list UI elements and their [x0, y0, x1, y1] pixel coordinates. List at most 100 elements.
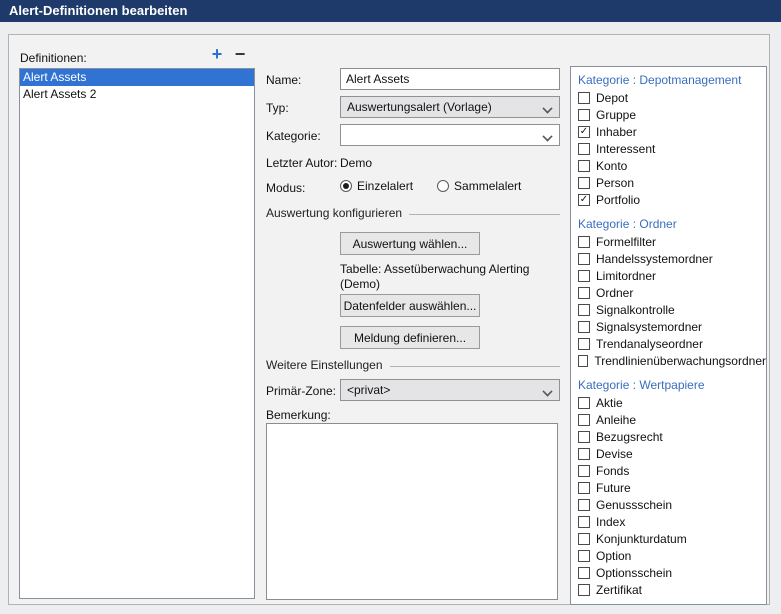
checkbox-label: Formelfilter [596, 235, 656, 249]
section-auswertung-label: Auswertung konfigurieren [266, 206, 402, 220]
checkbox-icon[interactable] [578, 236, 590, 248]
checkbox-icon[interactable] [578, 550, 590, 562]
bemerkung-textarea[interactable] [266, 423, 558, 600]
checkbox-label: Future [596, 481, 631, 495]
checkbox-icon[interactable] [578, 397, 590, 409]
checkbox-icon[interactable] [578, 92, 590, 104]
typ-combobox-value: Auswertungsalert (Vorlage) [347, 100, 492, 114]
definition-list-item[interactable]: Alert Assets 2 [20, 86, 254, 103]
checkbox-label: Gruppe [596, 108, 636, 122]
category-checkbox-row[interactable]: Zertifikat [571, 581, 766, 598]
checkbox-icon[interactable] [578, 253, 590, 265]
checkbox-icon[interactable] [578, 143, 590, 155]
category-header: Kategorie : Wertpapiere [571, 376, 766, 394]
category-checkbox-row[interactable]: Person [571, 174, 766, 191]
typ-label: Typ: [266, 100, 289, 116]
checkbox-icon[interactable] [578, 431, 590, 443]
section-divider [390, 366, 560, 367]
category-checkbox-row[interactable]: ✓Portfolio [571, 191, 766, 208]
typ-combobox[interactable]: Auswertungsalert (Vorlage) [340, 96, 560, 118]
category-checkbox-row[interactable]: Bezugsrecht [571, 428, 766, 445]
category-checkbox-row[interactable]: Konto [571, 157, 766, 174]
checkbox-label: Aktie [596, 396, 623, 410]
category-checkbox-row[interactable]: Anleihe [571, 411, 766, 428]
category-checkbox-row[interactable]: Devise [571, 445, 766, 462]
radio-icon[interactable] [340, 180, 352, 192]
datenfelder-auswaehlen-button[interactable]: Datenfelder auswählen... [340, 294, 480, 317]
checkbox-label: Konjunkturdatum [596, 532, 687, 546]
checkbox-icon[interactable] [578, 414, 590, 426]
checkbox-icon[interactable] [578, 567, 590, 579]
primaer-zone-combobox[interactable]: <privat> [340, 379, 560, 401]
window-title: Alert-Definitionen bearbeiten [9, 3, 187, 18]
definition-list-item[interactable]: Alert Assets [20, 69, 254, 86]
category-checkbox-row[interactable]: Trendlinienüberwachungsordner [571, 352, 766, 369]
checkbox-icon[interactable] [578, 321, 590, 333]
checkbox-icon[interactable] [578, 448, 590, 460]
modus-radio-option[interactable]: Sammelalert [437, 179, 521, 193]
checkbox-icon[interactable] [578, 287, 590, 299]
checkbox-icon[interactable]: ✓ [578, 126, 590, 138]
checkbox-label: Signalkontrolle [596, 303, 675, 317]
checkbox-icon[interactable] [578, 109, 590, 121]
add-definition-button[interactable]: + [208, 46, 226, 64]
checkbox-label: Trendlinienüberwachungsordner [594, 354, 766, 368]
checkbox-icon[interactable] [578, 304, 590, 316]
category-checkbox-row[interactable]: Konjunkturdatum [571, 530, 766, 547]
category-checkbox-row[interactable]: Index [571, 513, 766, 530]
category-checkbox-row[interactable]: Ordner [571, 284, 766, 301]
checkbox-icon[interactable] [578, 465, 590, 477]
category-checkbox-row[interactable]: Limitordner [571, 267, 766, 284]
checkbox-label: Konto [596, 159, 627, 173]
checkbox-icon[interactable] [578, 533, 590, 545]
category-checkbox-row[interactable]: Aktie [571, 394, 766, 411]
category-checkbox-row[interactable]: Fonds [571, 462, 766, 479]
category-checkbox-row[interactable]: Signalsystemordner [571, 318, 766, 335]
category-checkbox-row[interactable]: Depot [571, 89, 766, 106]
category-checkbox-row[interactable]: Future [571, 479, 766, 496]
checkbox-label: Index [596, 515, 625, 529]
category-checkbox-row[interactable]: Interessent [571, 140, 766, 157]
category-checkbox-row[interactable]: Trendanalyseordner [571, 335, 766, 352]
checkbox-icon[interactable] [578, 160, 590, 172]
remove-definition-button[interactable]: − [231, 46, 249, 64]
chevron-down-icon [542, 131, 552, 141]
checkbox-icon[interactable] [578, 516, 590, 528]
kategorie-combobox[interactable] [340, 124, 560, 146]
category-checkbox-row[interactable]: Handelssystemordner [571, 250, 766, 267]
checkbox-label: Limitordner [596, 269, 656, 283]
checkbox-icon[interactable] [578, 584, 590, 596]
checkbox-icon[interactable] [578, 338, 590, 350]
checkbox-icon[interactable]: ✓ [578, 194, 590, 206]
definitions-label: Definitionen: [20, 50, 87, 66]
checkbox-icon[interactable] [578, 355, 588, 367]
checkbox-icon[interactable] [578, 177, 590, 189]
primaer-zone-combobox-value: <privat> [347, 383, 390, 397]
chevron-down-icon [542, 386, 552, 396]
modus-radio-option[interactable]: Einzelalert [340, 179, 413, 193]
radio-icon[interactable] [437, 180, 449, 192]
checkbox-label: Bezugsrecht [596, 430, 663, 444]
checkbox-icon[interactable] [578, 482, 590, 494]
checkbox-icon[interactable] [578, 270, 590, 282]
checkbox-label: Fonds [596, 464, 629, 478]
category-checkbox-row[interactable]: Formelfilter [571, 233, 766, 250]
category-checkbox-row[interactable]: Signalkontrolle [571, 301, 766, 318]
meldung-definieren-button[interactable]: Meldung definieren... [340, 326, 480, 349]
checkbox-label: Signalsystemordner [596, 320, 702, 334]
name-input[interactable] [340, 68, 560, 90]
checkbox-icon[interactable] [578, 499, 590, 511]
category-checkbox-row[interactable]: ✓ Inhaber [571, 123, 766, 140]
name-label: Name: [266, 72, 301, 88]
definitions-listbox[interactable]: Alert AssetsAlert Assets 2 [19, 68, 255, 599]
category-checkbox-row[interactable]: Genussschein [571, 496, 766, 513]
chevron-down-icon [542, 103, 552, 113]
auswertung-waehlen-button[interactable]: Auswertung wählen... [340, 232, 480, 255]
category-checkbox-row[interactable]: Option [571, 547, 766, 564]
category-checkbox-row[interactable]: Optionsschein [571, 564, 766, 581]
letzter-autor-value: Demo [340, 155, 372, 171]
checkbox-label: Inhaber [596, 125, 637, 139]
category-header: Kategorie : Ordner [571, 215, 766, 233]
primaer-zone-label: Primär-Zone: [266, 383, 336, 399]
category-checkbox-row[interactable]: Gruppe [571, 106, 766, 123]
